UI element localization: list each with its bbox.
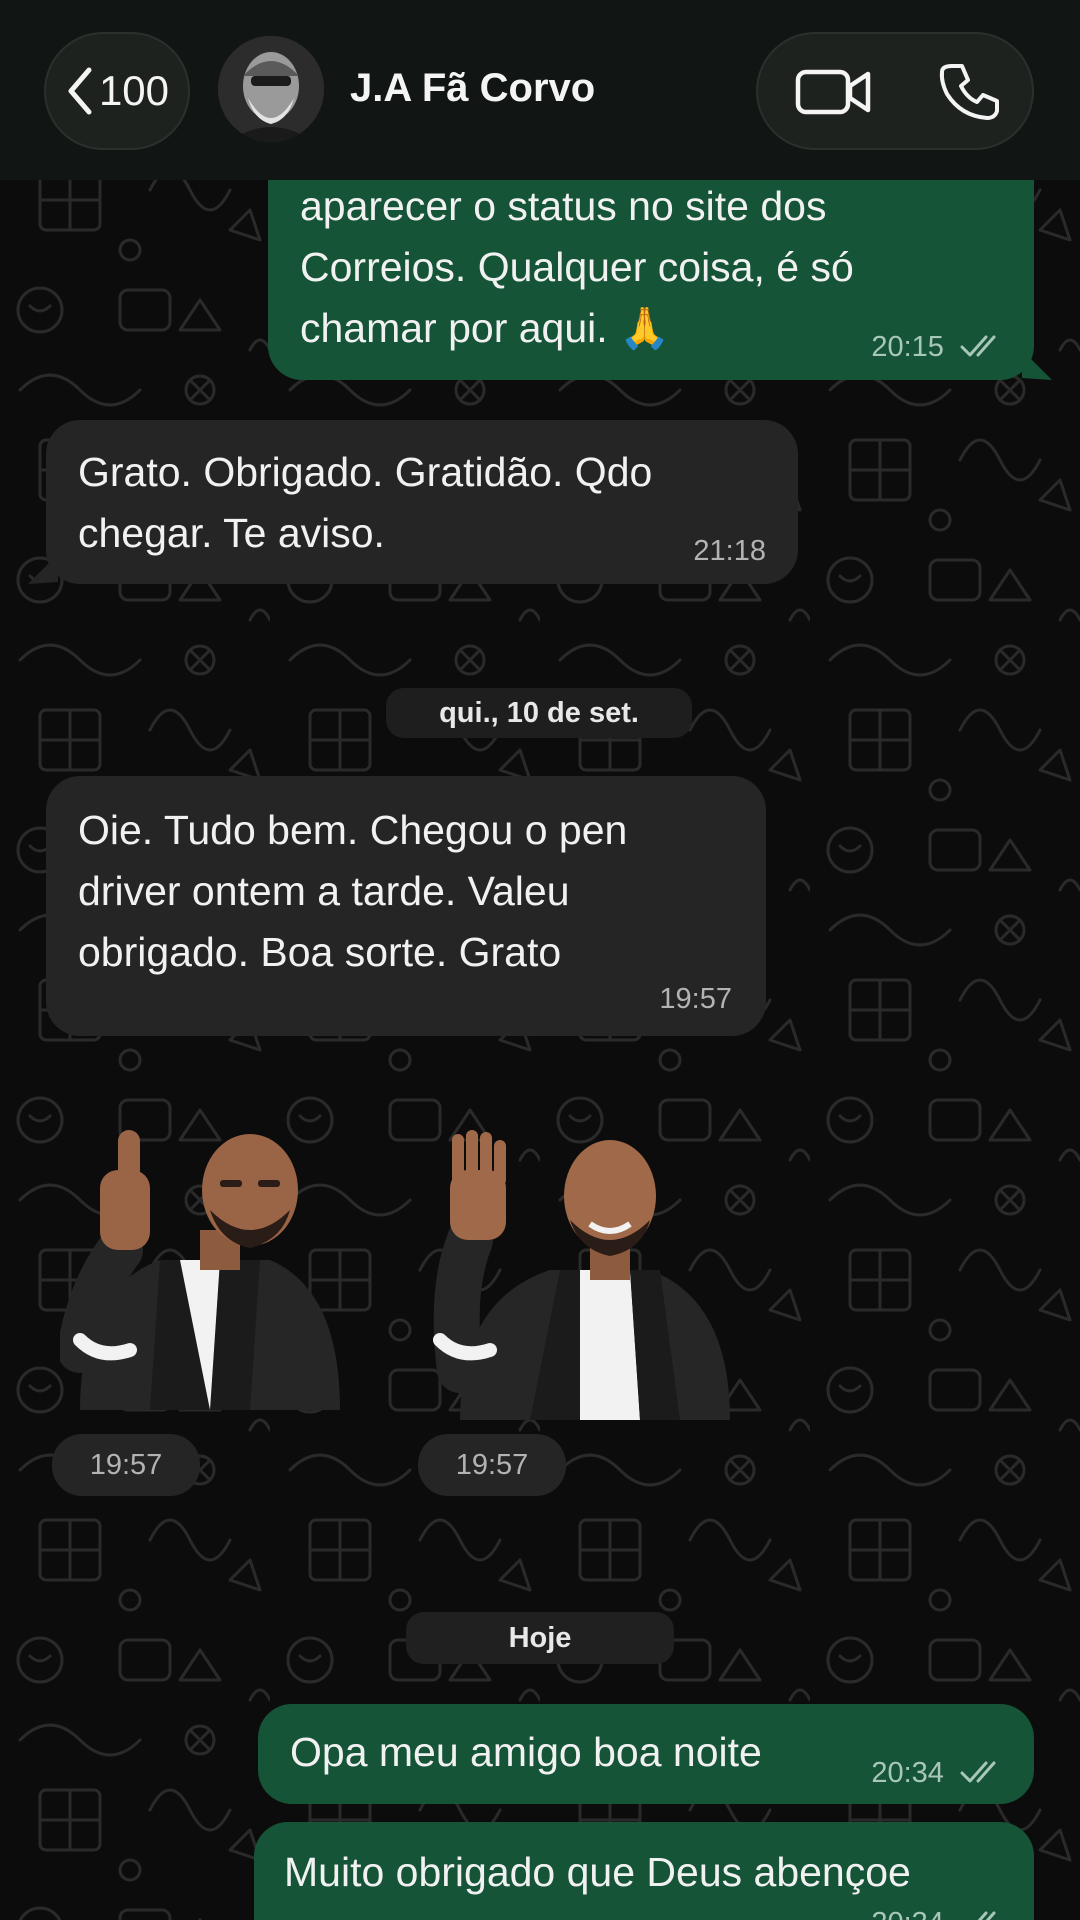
chat-header: 100 J.A Fã Corvo (0, 0, 1080, 180)
message-time: 19:57 (659, 983, 732, 1015)
message-text: Grato. Obrigado. Gratidão. Qdo chegar. T… (78, 449, 653, 556)
message-bubble-outgoing[interactable]: Muito obrigado que Deus abençoe 20:34 (254, 1822, 1034, 1920)
message-meta: 20:34 (871, 1908, 1004, 1920)
contact-name[interactable]: J.A Fã Corvo (350, 66, 595, 111)
message-text: Oie. Tudo bem. Chegou o pen driver ontem… (78, 807, 628, 975)
thumbs-up-avatar-sticker[interactable] (60, 1110, 360, 1420)
message-bubble-incoming[interactable]: Grato. Obrigado. Gratidão. Qdo chegar. T… (46, 420, 798, 584)
chevron-left-icon (68, 67, 92, 115)
video-camera-icon[interactable] (794, 62, 874, 122)
message-time: 21:18 (693, 535, 766, 567)
double-check-icon (960, 1761, 996, 1783)
message-text: Muito obrigado que Deus abençoe (284, 1849, 911, 1895)
message-meta: 20:15 (871, 332, 1004, 362)
message-bubble-outgoing[interactable]: aparecer o status no site dos Correios. … (268, 168, 1034, 380)
sticker-time: 19:57 (418, 1434, 566, 1496)
message-bubble-outgoing[interactable]: Opa meu amigo boa noite 20:34 (258, 1704, 1034, 1804)
message-meta: 20:34 (871, 1758, 1004, 1788)
waving-avatar-sticker[interactable] (430, 1130, 740, 1430)
sticker-time: 19:57 (52, 1434, 200, 1496)
message-bubble-incoming[interactable]: Oie. Tudo bem. Chegou o pen driver ontem… (46, 776, 766, 1036)
call-actions (756, 32, 1034, 150)
phone-icon[interactable] (938, 60, 1002, 124)
message-time: 20:34 (871, 1757, 944, 1789)
date-separator: qui., 10 de set. (386, 688, 692, 738)
date-separator: Hoje (406, 1612, 674, 1664)
message-time: 20:15 (871, 331, 944, 363)
double-check-icon (977, 1911, 996, 1920)
double-check-icon (960, 335, 996, 357)
back-button[interactable]: 100 (44, 32, 190, 150)
message-time: 20:34 (871, 1907, 944, 1920)
unread-count: 100 (98, 67, 170, 114)
contact-avatar[interactable] (218, 36, 324, 142)
